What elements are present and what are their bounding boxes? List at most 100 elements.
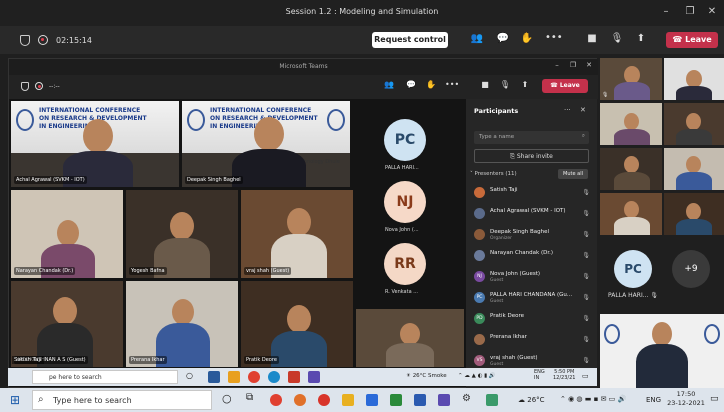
mail-icon[interactable] bbox=[366, 394, 378, 406]
avatar-rr[interactable]: RR bbox=[384, 243, 426, 285]
inner-maximize-button[interactable]: ❐ bbox=[565, 61, 581, 69]
leave-button[interactable]: ☎ Leave bbox=[666, 32, 718, 48]
notification-icon[interactable]: ▭ bbox=[710, 394, 719, 404]
panel-more-icon[interactable]: ··· bbox=[564, 106, 571, 114]
participant-row[interactable]: NJ Nova John (Guest) Guest 🎙 bbox=[474, 269, 592, 285]
inner-notification-icon[interactable]: ▭ bbox=[582, 372, 589, 380]
firefox-icon[interactable] bbox=[294, 394, 306, 406]
request-control-button[interactable]: Request control bbox=[372, 32, 448, 48]
inner-edge-icon[interactable] bbox=[268, 371, 280, 383]
video-tile-deepak[interactable]: INTERNATIONAL CONFERENCE ON RESEARCH & D… bbox=[182, 101, 350, 187]
avatar-nj[interactable]: NJ bbox=[384, 181, 426, 223]
chrome-icon[interactable] bbox=[270, 394, 282, 406]
participant-row[interactable]: Satish Taji 🎙 bbox=[474, 185, 592, 201]
inner-meeting-bar: --:-- 👥 💬 ✋ ••• ■ 🎙 ⬆ ☎ Leave bbox=[9, 75, 598, 99]
taskbar-search-box[interactable]: ⌕ Type here to search bbox=[32, 390, 212, 410]
inner-minimize-button[interactable]: – bbox=[549, 61, 565, 69]
avatar-label: PALLA HARI... bbox=[385, 165, 419, 171]
task-view-icon[interactable]: ⧉ bbox=[246, 392, 253, 403]
minimize-button[interactable]: – bbox=[658, 6, 674, 17]
video-tile-prerana[interactable]: Prerana Ikhar bbox=[126, 281, 238, 367]
windows-taskbar: ⊞ ⌕ Type here to search ○ ⧉ ⚙ ☁ 26°C ⌃ ◉… bbox=[0, 388, 724, 412]
inner-leave-button[interactable]: ☎ Leave bbox=[542, 79, 588, 93]
system-tray-icons[interactable]: ⌃ ◉ ◍ ▬ ▪ ✉ ▭ 🔊 bbox=[560, 395, 626, 403]
inner-start-icon[interactable]: ○ bbox=[186, 371, 193, 380]
gallery-tile[interactable] bbox=[664, 193, 724, 235]
gallery-tile[interactable] bbox=[664, 58, 724, 100]
gallery-tile[interactable]: 🎙 bbox=[600, 58, 662, 100]
chat-icon[interactable]: 💬 bbox=[496, 33, 510, 44]
inner-chat-icon[interactable]: 💬 bbox=[405, 80, 417, 89]
opera-icon[interactable] bbox=[318, 394, 330, 406]
gallery-tile[interactable] bbox=[600, 193, 662, 235]
people-icon[interactable]: 👥 bbox=[470, 33, 484, 44]
participant-row[interactable]: Achal Agrawal (SVKM - IOT) 🎙 bbox=[474, 206, 592, 222]
microphone-icon[interactable]: 🎙 bbox=[610, 33, 624, 44]
participant-avatar: VS bbox=[474, 355, 485, 366]
inner-clock[interactable]: 5:50 PM 12/23/21 bbox=[553, 369, 575, 381]
inner-teams-icon[interactable] bbox=[308, 371, 320, 383]
language-indicator[interactable]: ENG bbox=[646, 396, 661, 404]
window-title-bar: Session 1.2 : Modeling and Simulation – … bbox=[0, 0, 724, 26]
inner-camera-icon[interactable]: ■ bbox=[479, 80, 491, 89]
gallery-tile[interactable] bbox=[664, 148, 724, 190]
mute-all-button[interactable]: Mute all bbox=[558, 169, 588, 179]
share-screen-icon[interactable]: ⬆ bbox=[634, 33, 648, 44]
participant-row[interactable]: PC PALLA HARI CHANDANA (Gu... Guest 🎙 bbox=[474, 290, 592, 306]
spotlight-tile[interactable] bbox=[600, 314, 724, 388]
inner-people-icon[interactable]: 👥 bbox=[383, 80, 395, 89]
participant-search-input[interactable]: Type a name ⌕ bbox=[474, 131, 589, 144]
video-tile-achal[interactable]: INTERNATIONAL CONFERENCE ON RESEARCH & D… bbox=[11, 101, 179, 187]
inner-language[interactable]: ENG IN bbox=[534, 369, 545, 381]
teams-icon[interactable] bbox=[438, 394, 450, 406]
gallery-avatar-pc[interactable]: PC bbox=[614, 250, 652, 288]
share-invite-button[interactable]: ⎘ Share invite bbox=[474, 149, 589, 163]
inner-search-box[interactable]: pe here to search bbox=[32, 370, 178, 384]
inner-more-icon[interactable]: ••• bbox=[445, 80, 459, 89]
inner-chrome-icon[interactable] bbox=[248, 371, 260, 383]
presenters-section-label[interactable]: ˅ Presenters (11) bbox=[470, 171, 517, 177]
participant-row[interactable]: Prerana Ikhar 🎙 bbox=[474, 332, 592, 348]
video-tile-satish-small[interactable] bbox=[356, 309, 464, 367]
video-tile-yogesh[interactable]: Yogesh Bafna bbox=[126, 190, 238, 278]
inner-powerpoint-icon[interactable] bbox=[288, 371, 300, 383]
panel-close-icon[interactable]: ✕ bbox=[580, 106, 586, 114]
participant-row[interactable]: PD Pratik Deore 🎙 bbox=[474, 311, 592, 327]
weather-icon: ☁ bbox=[518, 396, 525, 404]
video-tile-pratik[interactable]: Pratik Deore bbox=[241, 281, 353, 367]
gallery-tile[interactable] bbox=[600, 148, 662, 190]
inner-close-button[interactable]: ✕ bbox=[581, 61, 597, 69]
participant-row[interactable]: VS vraj shah (Guest) Guest 🎙 bbox=[474, 353, 592, 369]
inner-mic-icon[interactable]: 🎙 bbox=[499, 80, 511, 89]
taskbar-clock[interactable]: 17:50 23-12-2021 bbox=[666, 390, 706, 408]
participant-role: Organizer bbox=[490, 236, 513, 241]
inner-raise-hand-icon[interactable]: ✋ bbox=[425, 80, 437, 89]
inner-taskview-icon[interactable] bbox=[208, 371, 220, 383]
participant-row[interactable]: Deepak Singh Baghel Organizer 🎙 bbox=[474, 227, 592, 243]
inner-explorer-icon[interactable] bbox=[228, 371, 240, 383]
weather-widget[interactable]: ☁ 26°C bbox=[518, 396, 545, 404]
participant-row[interactable]: Narayan Chandak (Dr.) 🎙 bbox=[474, 248, 592, 264]
inner-share-icon[interactable]: ⬆ bbox=[519, 80, 531, 89]
more-participants-button[interactable]: +9 bbox=[672, 250, 710, 288]
inner-tray-icons[interactable]: ⌃ ☁ ▲ ◐ ▮ 🔊 bbox=[458, 373, 496, 379]
more-options-icon[interactable]: ••• bbox=[545, 32, 563, 43]
file-explorer-icon[interactable] bbox=[342, 394, 354, 406]
word-icon[interactable] bbox=[414, 394, 426, 406]
settings-gear-icon[interactable]: ⚙ bbox=[462, 393, 471, 404]
windows-start-icon[interactable]: ⊞ bbox=[10, 393, 20, 407]
close-button[interactable]: ✕ bbox=[704, 6, 720, 17]
tile-name: Yogesh Bafna bbox=[129, 267, 167, 275]
video-tile-narayan[interactable]: Narayan Chandak (Dr.) bbox=[11, 190, 123, 278]
video-tile-yadukrishnan[interactable]: YADUKRISHNAN A S (Guest) bbox=[11, 281, 123, 367]
gallery-tile[interactable] bbox=[600, 103, 662, 145]
gallery-tile[interactable] bbox=[664, 103, 724, 145]
cortana-icon[interactable]: ○ bbox=[222, 392, 232, 405]
app-icon[interactable] bbox=[486, 394, 498, 406]
camera-icon[interactable]: ■ bbox=[585, 33, 599, 44]
raise-hand-icon[interactable]: ✋ bbox=[520, 33, 534, 44]
excel-icon[interactable] bbox=[390, 394, 402, 406]
video-tile-vraj[interactable]: vraj shah (Guest) bbox=[241, 190, 353, 278]
avatar-pc[interactable]: PC bbox=[384, 119, 426, 161]
maximize-button[interactable]: ❐ bbox=[682, 6, 698, 17]
